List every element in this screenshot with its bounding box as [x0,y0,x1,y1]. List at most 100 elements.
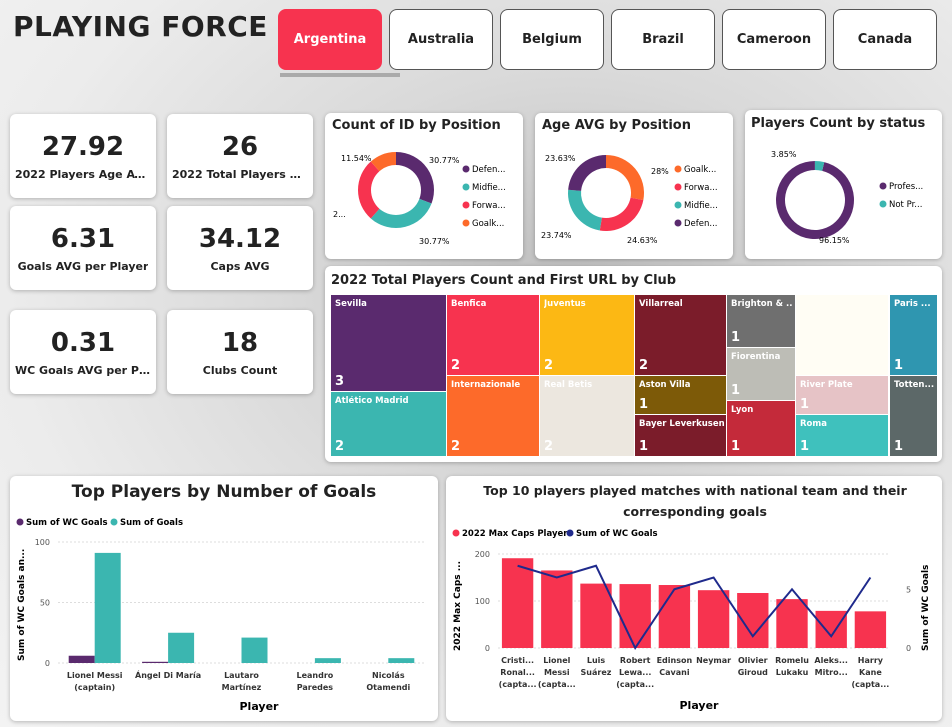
kpi-label: Clubs Count [202,363,278,377]
x-tick-label: Luis [587,656,606,665]
treemap-cell[interactable]: Bayer Leverkusen 1 [635,415,726,456]
treemap-cell[interactable]: Internazionale 2 [447,376,539,456]
treemap-cell-label: Villarreal [639,299,683,309]
treemap-cell[interactable]: Lyon 1 [727,401,795,456]
treemap-chart: Sevilla 3 Atlético Madrid 2 Benfica 2 Internaz… [325,266,942,462]
bar-max-caps[interactable] [541,570,573,648]
kpi-label: 2022 Total Players Co... [172,167,308,181]
donut-slice[interactable] [599,197,644,231]
bar-goals[interactable] [94,552,121,663]
bar-max-caps[interactable] [501,558,534,648]
kpi-age-avg: 27.92 2022 Players Age AVG [10,114,156,198]
treemap-cell-label: Aston Villa [639,380,691,390]
tab-argentina[interactable]: Argentina [278,9,382,70]
bar-max-caps[interactable] [697,590,730,648]
kpi-label: WC Goals AVG per Pla... [15,363,151,377]
bar-max-caps[interactable] [815,610,847,648]
treemap-cell[interactable]: Real Betis 2 [540,376,634,456]
kpi-clubs-count: 18 Clubs Count [167,310,313,394]
x-tick-label: Otamendi [366,683,410,692]
treemap-cell-label: Atlético Madrid [335,396,409,406]
bar-goals[interactable] [241,637,268,663]
kpi-goals-avg: 6.31 Goals AVG per Player [10,206,156,290]
donut-slices [568,155,644,231]
tab-scrollbar[interactable] [280,73,400,77]
x-tick-label: Martínez [222,683,262,692]
tab-australia[interactable]: Australia [389,9,493,70]
bar-max-caps[interactable] [658,585,691,648]
treemap-cell-value: 1 [731,383,741,398]
slice-label: 30.77% [429,156,460,165]
legend-swatch [462,219,470,227]
bar-max-caps[interactable] [619,584,651,648]
treemap-cell[interactable]: Sevilla 3 [331,295,446,391]
x-tick-label: Romelu [775,656,809,665]
kpi-value: 6.31 [50,223,116,254]
donut-slice[interactable] [776,161,854,240]
kpi-caps-avg: 34.12 Caps AVG [167,206,313,290]
treemap-cell-label: River Plate [800,380,853,390]
treemap-cell-label: Paris ... [894,299,931,309]
bar-max-caps[interactable] [580,583,612,648]
legend-swatch [452,529,460,537]
treemap-cell[interactable]: Villarreal 2 [635,295,726,375]
donut-card-position: Count of ID by Position 11.54% 30.77% 2.… [325,113,523,259]
treemap-cell-value: 1 [894,439,904,454]
x-tick-label: Suárez [581,668,612,677]
treemap-cell-label: Totten... [894,380,935,390]
bar-max-caps[interactable] [776,599,808,648]
treemap-cell[interactable]: Totten... 1 [890,376,937,456]
y-axis-label-right: Sum of WC Goals [921,565,931,651]
treemap-cell-value: 3 [335,374,345,389]
x-tick-label: (captain) [74,683,115,692]
kpi-value: 18 [221,327,259,358]
x-tick-label: Ronal... [500,668,535,677]
kpi-wc-goals-avg: 0.31 WC Goals AVG per Pla... [10,310,156,394]
x-tick-label: Messi [544,668,570,677]
x-tick-label: Cristi... [501,656,534,665]
slice-label: 30.77% [419,237,450,246]
bar-goals[interactable] [168,632,195,663]
tab-belgium[interactable]: Belgium [500,9,604,70]
treemap-cell[interactable]: Atlético Madrid 2 [331,392,446,456]
bar-wc-goals[interactable] [68,655,95,663]
donut-slice[interactable] [370,198,432,228]
treemap-cell-label: Brighton & ... [731,299,793,309]
x-tick-label: (capta... [499,680,537,689]
x-tick-label: (capta... [538,680,576,689]
tab-canada[interactable]: Canada [833,9,937,70]
y2-tick-label: 5 [906,585,911,594]
x-tick-label: Mitro... [815,668,848,677]
bar-wc-goals[interactable] [142,661,169,663]
caps-combo-chart: 2022 Max Caps Player Sum of WC Goals 202… [452,529,931,712]
x-tick-label: Olivier [738,656,768,665]
donut-slice[interactable] [568,189,602,231]
legend-swatch [566,529,574,537]
bar-goals[interactable] [314,658,341,663]
treemap-cell[interactable]: Benfica 2 [447,295,539,375]
treemap-cell[interactable]: Juventus 2 [540,295,634,375]
slice-label: 96.15% [819,236,850,245]
treemap-cell-label: Sevilla [335,299,367,309]
treemap-cell[interactable]: Roma 1 [796,415,888,456]
donut-slices [358,152,434,228]
treemap-cell-value: 1 [639,439,649,454]
donut-card-status: Players Count by status 3.85% 96.15% Pro… [745,110,942,259]
treemap-cell[interactable]: Fiorentina 1 [727,348,795,400]
tab-cameroon[interactable]: Cameroon [722,9,826,70]
bar-max-caps[interactable] [854,611,887,648]
bar-goals[interactable] [388,658,415,663]
treemap-cell[interactable]: River Plate 1 [796,376,888,414]
treemap-cell[interactable]: Paris ... 1 [890,295,937,375]
x-tick-label: Lionel Messi [67,671,123,680]
x-tick-label: Lewa... [619,668,651,677]
treemap-cell[interactable]: Aston Villa 1 [635,376,726,414]
donut-slice[interactable] [606,155,644,201]
donut-slice[interactable] [358,161,380,219]
x-tick-label: Robert [620,656,651,665]
legend-swatch [674,219,682,227]
tab-brazil[interactable]: Brazil [611,9,715,70]
treemap-cell[interactable]: Brighton & ... 1 [727,295,795,347]
x-tick-label: Kane [859,668,882,677]
x-tick-label: Lukaku [776,668,809,677]
